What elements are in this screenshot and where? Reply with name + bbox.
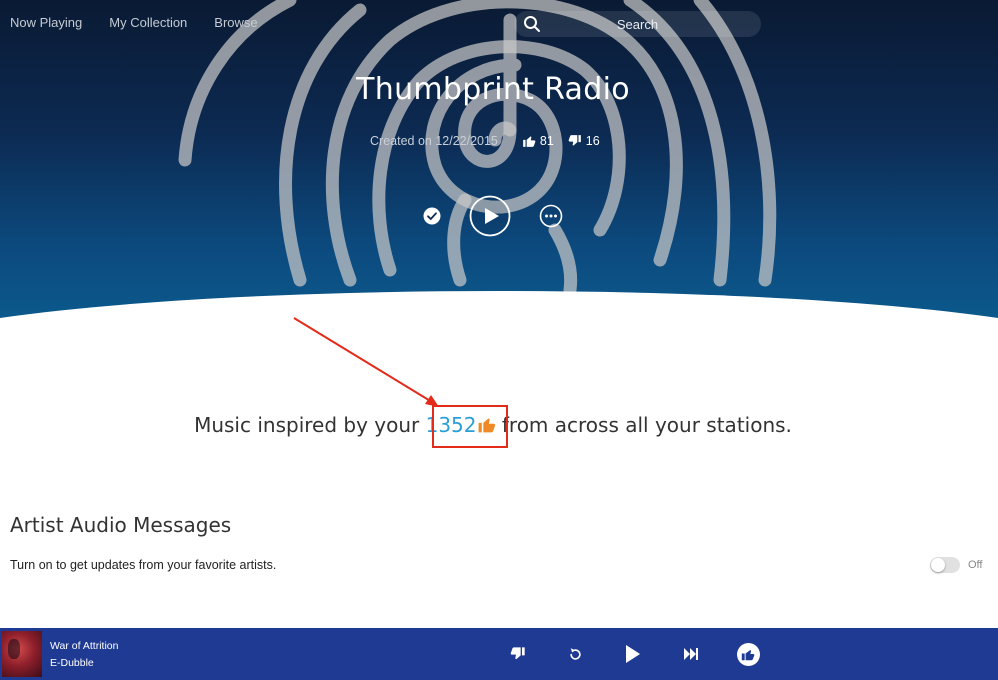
thumb-down-icon bbox=[568, 135, 581, 146]
station-title: Thumbprint Radio bbox=[356, 72, 630, 107]
nav-my-collection[interactable]: My Collection bbox=[109, 15, 187, 30]
artist-messages-toggle[interactable] bbox=[930, 557, 960, 573]
inspired-text-after: from across all your stations. bbox=[495, 413, 792, 437]
play-icon[interactable] bbox=[624, 644, 642, 664]
check-circle-icon[interactable] bbox=[423, 207, 441, 225]
search-input[interactable] bbox=[514, 11, 761, 37]
inspired-text-before: Music inspired by your bbox=[194, 413, 426, 437]
nav-browse[interactable]: Browse bbox=[214, 15, 257, 30]
artist-name[interactable]: E-Dubble bbox=[50, 657, 94, 669]
nav-now-playing[interactable]: Now Playing bbox=[10, 15, 82, 30]
skip-icon[interactable] bbox=[683, 647, 699, 661]
search-icon bbox=[524, 16, 540, 32]
replay-icon[interactable] bbox=[568, 647, 583, 662]
thumbs-up-count[interactable]: 81 bbox=[522, 134, 554, 148]
thumb-up-icon bbox=[523, 136, 536, 147]
thumb-down-icon[interactable] bbox=[510, 646, 526, 662]
album-art[interactable] bbox=[2, 631, 42, 677]
thumbs-down-value: 16 bbox=[585, 134, 600, 148]
hero-curve bbox=[0, 291, 998, 330]
play-icon[interactable] bbox=[469, 195, 511, 237]
toggle-knob bbox=[931, 558, 945, 572]
page: Now Playing My Collection Browse Thumbpr… bbox=[0, 0, 998, 680]
song-title[interactable]: War of Attrition bbox=[50, 640, 118, 652]
station-meta: Created on 12/22/2015 81 16 bbox=[370, 134, 614, 148]
more-options-icon[interactable] bbox=[539, 204, 563, 228]
artist-audio-messages-title: Artist Audio Messages bbox=[10, 513, 232, 537]
thumb-up-icon[interactable] bbox=[737, 643, 760, 666]
annotation-highlight-box bbox=[432, 405, 508, 448]
created-date: Created on 12/22/2015 bbox=[370, 134, 498, 148]
toggle-state-label: Off bbox=[968, 559, 983, 571]
search-box[interactable] bbox=[514, 11, 761, 37]
artist-audio-messages-description: Turn on to get updates from your favorit… bbox=[10, 558, 277, 572]
thumbs-up-value: 81 bbox=[539, 134, 554, 148]
station-controls bbox=[0, 194, 998, 238]
player-bar: War of Attrition E-Dubble bbox=[0, 628, 998, 680]
top-nav: Now Playing My Collection Browse bbox=[10, 15, 258, 30]
station-hero: Now Playing My Collection Browse Thumbpr… bbox=[0, 0, 998, 330]
thumbs-down-count[interactable]: 16 bbox=[568, 134, 600, 148]
